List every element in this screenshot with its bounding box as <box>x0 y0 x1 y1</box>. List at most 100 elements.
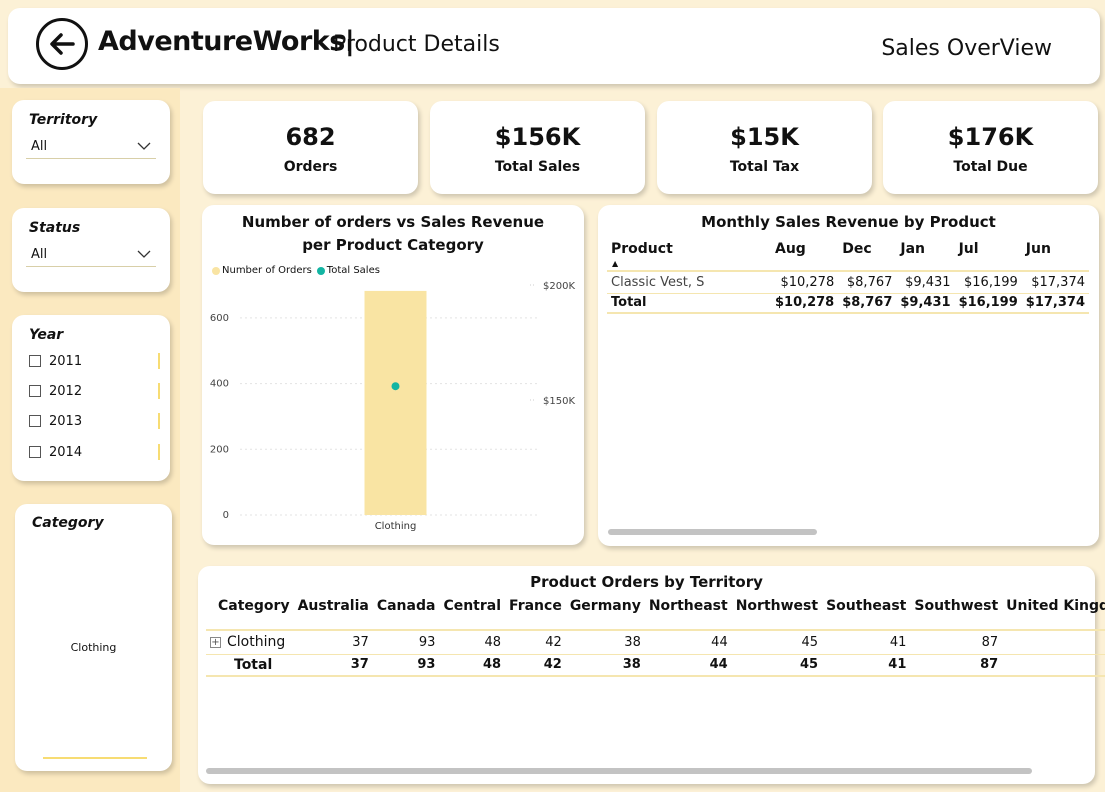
total-cell: $9,431 <box>900 295 951 311</box>
territory-slicer-title: Territory <box>29 112 98 128</box>
column-label: Product <box>611 241 673 257</box>
column-header-territory[interactable]: Canada <box>373 598 440 630</box>
year-option-2011[interactable]: 2011 <box>29 351 82 371</box>
kpi-total-tax: $15K Total Tax <box>657 101 872 194</box>
category-slicer: Category Clothing <box>15 504 172 771</box>
value-cell: 41 <box>889 634 907 650</box>
status-value: All <box>31 247 48 262</box>
column-header-territory[interactable]: United Kingdom <box>1002 598 1105 630</box>
value-cell: 37 <box>352 634 369 650</box>
expand-icon[interactable]: + <box>210 636 221 648</box>
chart-plot: 0 200 400 600 $150K $200K Clothing <box>210 281 576 532</box>
total-cell: $17,374 <box>1025 295 1085 311</box>
column-header-aug[interactable]: Aug <box>771 237 838 271</box>
checkbox[interactable] <box>29 446 41 458</box>
kpi-label: Total Tax <box>729 159 800 175</box>
total-cell: 39 <box>1002 654 1105 676</box>
column-header-territory[interactable]: Australia <box>294 598 373 630</box>
y-tick-label-right: $150K <box>543 396 575 407</box>
chevron-down-icon <box>137 250 151 258</box>
year-option-2012[interactable]: 2012 <box>29 381 82 401</box>
column-header-jun[interactable]: Jun <box>1022 237 1089 271</box>
value-cell: $10,278 <box>780 274 835 290</box>
year-slicer: Year 2011 2012 2013 2014 <box>12 315 170 481</box>
column-header-jan[interactable]: Jan <box>896 237 954 271</box>
kpi-total-due: $176K Total Due <box>883 101 1098 194</box>
category-cell: + Clothing <box>206 630 294 654</box>
column-header-territory[interactable]: Northeast <box>645 598 732 630</box>
year-option-2014[interactable]: 2014 <box>29 442 82 462</box>
kpi-label: Total Sales <box>494 159 581 175</box>
chevron-down-icon <box>137 142 151 150</box>
column-header-product[interactable]: Product ▲ <box>607 237 771 271</box>
value-cell: 39 <box>1002 630 1105 654</box>
year-slicer-title: Year <box>29 327 64 343</box>
column-header-jul[interactable]: Jul <box>955 237 1022 271</box>
column-header-territory[interactable]: Northwest <box>732 598 822 630</box>
total-cell: 41 <box>888 657 907 673</box>
column-header-category[interactable]: Category <box>206 598 294 630</box>
header-bar: AdventureWorks| Product Details Sales Ov… <box>8 8 1100 84</box>
scrollbar-mark <box>43 757 147 759</box>
total-cell: $8,767 <box>842 295 893 311</box>
kpi-orders: 682 Orders <box>203 101 418 194</box>
column-header-territory[interactable]: Germany <box>566 598 645 630</box>
matrix-title: Product Orders by Territory <box>530 573 763 591</box>
monthly-table: Product ▲ Aug Dec Jan Jul Jun Classic Ve… <box>607 237 1089 314</box>
territory-dropdown[interactable]: All <box>26 135 156 159</box>
y-tick-label-left: 400 <box>210 379 229 390</box>
status-slicer: Status All <box>12 208 170 292</box>
table-header-row: Category Australia Canada Central France… <box>206 598 1105 630</box>
checkbox[interactable] <box>29 415 41 427</box>
column-header-territory[interactable]: Central <box>439 598 505 630</box>
kpi-value: $156K <box>494 123 581 151</box>
checkbox[interactable] <box>29 385 41 397</box>
value-cell: 45 <box>801 634 819 650</box>
territory-value: All <box>31 139 48 154</box>
category-item-clothing[interactable]: Clothing <box>15 641 172 654</box>
horizontal-scrollbar[interactable] <box>608 529 817 535</box>
year-label: 2011 <box>49 353 83 369</box>
total-cell: 38 <box>622 657 641 673</box>
kpi-label: Orders <box>283 159 338 175</box>
total-cell: 87 <box>980 657 999 673</box>
value-cell: $16,199 <box>964 274 1018 290</box>
table-row: Classic Vest, S $10,278 $8,767 $9,431 $1… <box>607 271 1089 293</box>
territory-orders-matrix: Product Orders by Territory Category Aus… <box>198 566 1105 784</box>
scrollbar-mark <box>158 413 160 429</box>
column-header-territory[interactable]: Southwest <box>910 598 1002 630</box>
year-label: 2014 <box>49 444 83 460</box>
status-dropdown[interactable]: All <box>26 243 156 267</box>
kpi-value: $176K <box>947 123 1034 151</box>
x-tick-label: Clothing <box>375 521 417 532</box>
total-cell: 45 <box>799 657 819 673</box>
column-header-territory[interactable]: Southeast <box>822 598 910 630</box>
value-cell: $9,431 <box>905 274 951 290</box>
kpi-value: 682 <box>285 123 336 151</box>
column-header-dec[interactable]: Dec <box>838 237 896 271</box>
y-tick-label-right: $200K <box>543 281 575 292</box>
total-cell: $10,278 <box>775 295 835 311</box>
checkbox[interactable] <box>29 355 41 367</box>
sort-ascending-icon: ▲ <box>612 259 619 268</box>
y-tick-label-left: 0 <box>223 510 229 521</box>
year-option-2013[interactable]: 2013 <box>29 411 82 431</box>
kpi-value: $15K <box>730 123 799 151</box>
sales-overview-link[interactable]: Sales OverView <box>881 36 1052 61</box>
horizontal-scrollbar[interactable] <box>206 768 1032 774</box>
table-header-row: Product ▲ Aug Dec Jan Jul Jun <box>607 237 1089 271</box>
category-slicer-title: Category <box>32 515 104 531</box>
year-label: 2012 <box>49 383 83 399</box>
y-tick-label-left: 600 <box>210 313 229 324</box>
value-cell: 48 <box>484 634 502 650</box>
scrollbar-mark <box>158 383 160 399</box>
scrollbar-mark <box>158 444 160 460</box>
brand-title: AdventureWorks| <box>98 26 355 57</box>
back-button[interactable] <box>36 18 88 70</box>
y-tick-label-left: 200 <box>210 444 229 455</box>
total-cell: 37 <box>350 657 369 673</box>
arrow-left-icon <box>50 33 75 55</box>
territory-table: Category Australia Canada Central France… <box>206 598 1105 677</box>
column-header-territory[interactable]: France <box>505 598 566 630</box>
status-slicer-title: Status <box>29 220 81 236</box>
